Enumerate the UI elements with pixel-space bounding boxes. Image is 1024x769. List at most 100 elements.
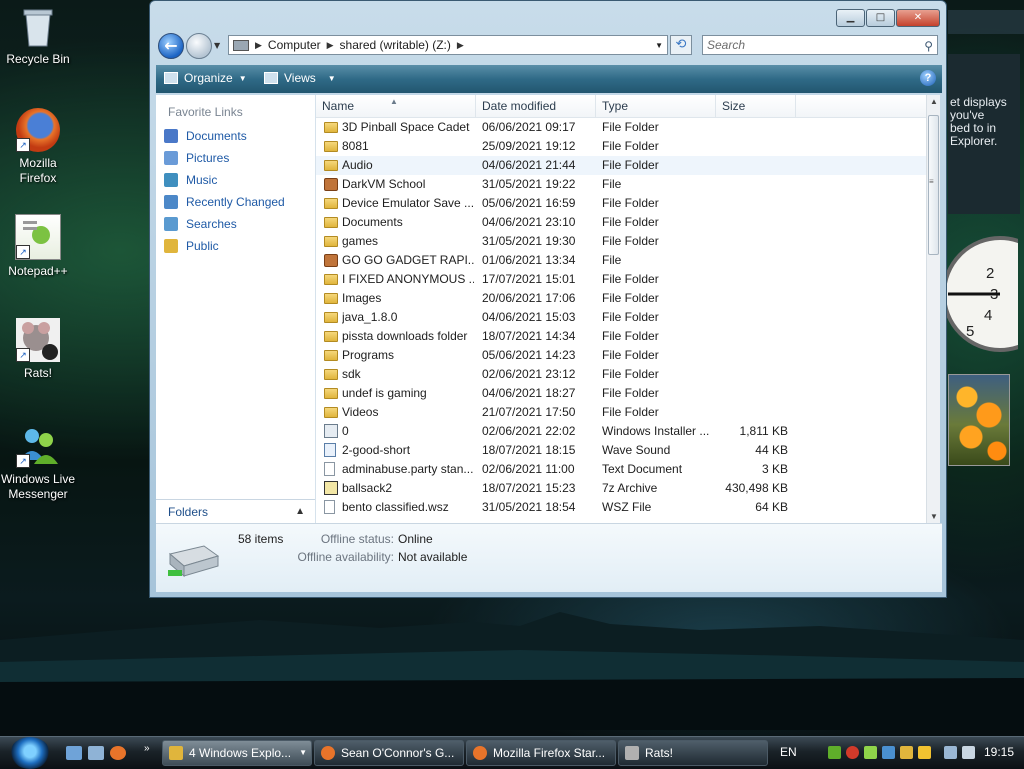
favorite-link-searches[interactable]: Searches (164, 213, 285, 235)
language-indicator[interactable]: EN (780, 745, 797, 759)
desktop-icon-notepadpp[interactable]: ↗ Notepad++ (0, 214, 76, 279)
sort-ascending-icon: ▲ (390, 97, 398, 106)
file-name: Videos (342, 405, 379, 419)
desktop-icon-windows-live-messenger[interactable]: ↗ Windows Live Messenger (0, 424, 76, 502)
file-row[interactable]: DarkVM School 31/05/2021 19:22 File (316, 175, 926, 194)
recycle-bin-icon (16, 4, 60, 48)
file-row[interactable]: pissta downloads folder 18/07/2021 14:34 F… (316, 327, 926, 346)
notepadpp-icon: ↗ (15, 214, 61, 260)
file-row[interactable]: bento classified.wsz 31/05/2021 18:54 WSZ … (316, 498, 926, 517)
maximize-button[interactable]: □ (866, 9, 895, 27)
vertical-scrollbar[interactable]: ▲ ≡ ▼ (926, 95, 940, 523)
network-icon[interactable] (944, 746, 957, 759)
desktop-icon-label: Windows Live Messenger (0, 472, 76, 501)
breadcrumb-separator-icon: ▶ (255, 39, 262, 50)
breadcrumb-shared-drive[interactable]: shared (writable) (Z:) (340, 38, 451, 52)
taskbar-button-rats[interactable]: Rats! (618, 740, 768, 766)
file-row[interactable]: sdk 02/06/2021 23:12 File Folder (316, 365, 926, 384)
minimize-button[interactable]: ▁ (836, 9, 865, 27)
column-header-date-modified[interactable]: Date modified (476, 95, 596, 117)
volume-icon[interactable] (962, 746, 975, 759)
address-bar[interactable]: ▶ Computer ▶ shared (writable) (Z:) ▶ ▼ (228, 35, 668, 55)
folder-icon (324, 312, 338, 323)
file-row[interactable]: java_1.8.0 04/06/2021 15:03 File Folder (316, 308, 926, 327)
views-button[interactable]: Views ▼ (264, 71, 336, 85)
file-icon-cell (324, 156, 340, 175)
file-type: File Folder (602, 120, 659, 134)
messenger-tray-icon[interactable] (864, 746, 877, 759)
recent-pages-dropdown-icon[interactable]: ▼ (214, 41, 220, 50)
show-desktop-icon[interactable] (66, 746, 82, 760)
close-button[interactable]: ✕ (896, 9, 940, 27)
file-row[interactable]: Documents 04/06/2021 23:10 File Folder (316, 213, 926, 232)
breadcrumb-computer[interactable]: Computer (268, 38, 321, 52)
switch-windows-icon[interactable] (88, 746, 104, 760)
column-header-name[interactable]: Name ▲ (316, 95, 476, 117)
file-row[interactable]: 3D Pinball Space Cadet 06/06/2021 09:17 Fi… (316, 118, 926, 137)
archive-icon (324, 481, 338, 495)
file-name: pissta downloads folder (342, 329, 468, 343)
file-row[interactable]: I FIXED ANONYMOUS ... 17/07/2021 15:01 Fil… (316, 270, 926, 289)
file-row[interactable]: 0 02/06/2021 22:02 Windows Installer ... 1,… (316, 422, 926, 441)
taskbar-button-explorer[interactable]: 4 Windows Explo... ▼ (162, 740, 312, 766)
explorer-window[interactable]: ▁ □ ✕ ← ▼ ▶ Computer ▶ shared (writable)… (149, 0, 947, 598)
desktop-icon-firefox[interactable]: ↗ Mozilla Firefox (0, 108, 76, 186)
favorite-link-documents[interactable]: Documents (164, 125, 285, 147)
column-header-type[interactable]: Type (596, 95, 716, 117)
file-row[interactable]: Audio 04/06/2021 21:44 File Folder (316, 156, 926, 175)
desktop-icon-recycle-bin[interactable]: Recycle Bin (0, 4, 76, 67)
file-row[interactable]: GO GO GADGET RAPI... 01/06/2021 13:34 File (316, 251, 926, 270)
scroll-up-icon[interactable]: ▲ (930, 97, 938, 106)
taskbar-button-sean-oconnor[interactable]: Sean O'Connor's G... (314, 740, 464, 766)
warning-icon[interactable] (918, 746, 931, 759)
taskbar-button-firefox[interactable]: Mozilla Firefox Star... (466, 740, 616, 766)
documents-icon (164, 129, 178, 143)
back-arrow-icon: ← (164, 36, 178, 55)
file-row[interactable]: 8081 25/09/2021 19:12 File Folder (316, 137, 926, 156)
system-clock[interactable]: 19:15 (984, 745, 1014, 759)
slideshow-gadget-photo[interactable] (948, 374, 1010, 466)
favorite-link-public[interactable]: Public (164, 235, 285, 257)
quicklaunch-overflow-icon[interactable]: » (144, 743, 150, 754)
search-icon[interactable]: ⚲ (924, 37, 933, 55)
scroll-down-icon[interactable]: ▼ (930, 512, 938, 521)
security-alert-icon[interactable] (846, 746, 859, 759)
folders-toggle[interactable]: Folders ▲ (156, 499, 315, 523)
forward-button[interactable] (186, 33, 212, 59)
file-row[interactable]: adminabuse.party stan... 02/06/2021 11:00… (316, 460, 926, 479)
column-header-size[interactable]: Size (716, 95, 796, 117)
help-icon[interactable]: ? (920, 70, 936, 86)
file-date-modified: 18/07/2021 18:15 (482, 443, 576, 457)
favorite-link-recently-changed[interactable]: Recently Changed (164, 191, 285, 213)
file-row[interactable]: Programs 05/06/2021 14:23 File Folder (316, 346, 926, 365)
firefox-quicklaunch-icon[interactable] (110, 746, 126, 760)
file-row[interactable]: 2-good-short 18/07/2021 18:15 Wave Sound 44… (316, 441, 926, 460)
favorite-link-music[interactable]: Music (164, 169, 285, 191)
file-row[interactable]: Videos 21/07/2021 17:50 File Folder (316, 403, 926, 422)
favorite-link-pictures[interactable]: Pictures (164, 147, 285, 169)
file-date-modified: 25/09/2021 19:12 (482, 139, 576, 153)
gadget-message-line: Explorer. (950, 134, 998, 148)
organize-button[interactable]: Organize ▼ (164, 71, 247, 85)
file-row[interactable]: Images 20/06/2021 17:06 File Folder (316, 289, 926, 308)
sidebar-gadget-controls[interactable] (948, 10, 1024, 34)
address-dropdown-icon[interactable]: ▼ (655, 41, 663, 50)
update-icon[interactable] (900, 746, 913, 759)
taskbar-button-label: Mozilla Firefox Star... (493, 746, 606, 760)
back-button[interactable]: ← (158, 33, 184, 59)
network-status-icon[interactable] (828, 746, 841, 759)
file-row[interactable]: Device Emulator Save ... 05/06/2021 16:59… (316, 194, 926, 213)
file-row[interactable]: undef is gaming 04/06/2021 18:27 File Fold… (316, 384, 926, 403)
file-type: File Folder (602, 215, 659, 229)
search-input[interactable]: Search ⚲ (702, 35, 938, 55)
shield-icon[interactable] (882, 746, 895, 759)
file-date-modified: 17/07/2021 15:01 (482, 272, 576, 286)
file-row[interactable]: ballsack2 18/07/2021 15:23 7z Archive 430,4… (316, 479, 926, 498)
file-name: Audio (342, 158, 373, 172)
start-button[interactable] (10, 737, 50, 769)
refresh-button[interactable]: ⟲ (670, 35, 692, 55)
file-row[interactable]: games 31/05/2021 19:30 File Folder (316, 232, 926, 251)
clock-gadget[interactable]: 2 3 4 5 (938, 232, 1018, 356)
desktop-icon-rats[interactable]: ↗ Rats! (0, 318, 76, 381)
item-count: 58 items (238, 532, 284, 546)
